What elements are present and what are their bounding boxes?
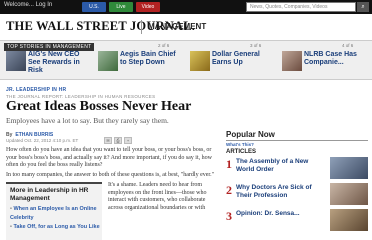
top-stories-strip: TOP STORIES IN MANAGEMENT 1 of 6 AIG's N… xyxy=(0,40,372,80)
edition-chips: U.S. Live Video xyxy=(82,2,160,12)
section-title[interactable]: MANAGEMENT xyxy=(148,22,206,31)
popular-rank: 3 xyxy=(226,209,232,223)
popular-headline[interactable]: Why Doctors Are Sick of Their Profession xyxy=(236,184,326,199)
story-counter: 2 of 6 xyxy=(158,43,170,48)
story-headline[interactable]: AIG's New CEO See Rewards in Risk xyxy=(28,51,90,75)
story-thumbnail xyxy=(190,51,210,71)
story-thumbnail xyxy=(6,51,26,71)
top-story-1[interactable]: 1 of 6 AIG's New CEO See Rewards in Risk xyxy=(6,43,94,77)
more-box-title: More in Leadership in HR Management xyxy=(10,187,89,202)
story-headline[interactable]: NLRB Case Has Companie... xyxy=(304,51,366,67)
story-thumbnail xyxy=(98,51,118,71)
popular-headline[interactable]: Opinion: Dr. Sensa... xyxy=(236,210,326,218)
article-paragraph-3: It's a shame. Leaders need to hear from … xyxy=(108,182,207,211)
popular-whats-this[interactable]: What's This? xyxy=(226,142,254,147)
story-headline[interactable]: Dollar General Earns Up xyxy=(212,51,274,67)
email-icon[interactable]: ✉ xyxy=(104,137,112,144)
login-link[interactable]: Welcome... Log In xyxy=(4,2,52,8)
edition-chip-live[interactable]: Live xyxy=(109,2,133,12)
more-box-list: When an Employee Is an Online Celebrity … xyxy=(10,205,102,232)
story-counter: 4 of 6 xyxy=(342,43,354,48)
popular-headline[interactable]: The Assembly of a New World Order xyxy=(236,158,326,173)
print-icon[interactable]: ⎙ xyxy=(114,137,122,144)
story-counter: 1 of 6 xyxy=(66,43,78,48)
top-story-4[interactable]: 4 of 6 NLRB Case Has Companie... xyxy=(282,43,370,77)
popular-thumbnail xyxy=(330,183,368,205)
article-deck: Employees have a lot to say. But they ra… xyxy=(6,116,169,125)
popular-item-2[interactable]: 2 Why Doctors Are Sick of Their Professi… xyxy=(226,183,372,207)
popular-now-panel: Popular Now What's This? ARTICLES 1 The … xyxy=(226,127,372,240)
edition-chip-us[interactable]: U.S. xyxy=(82,2,106,12)
top-story-2[interactable]: 2 of 6 Aegis Bain Chief to Step Down xyxy=(98,43,186,77)
article-kicker[interactable]: JR. LEADERSHIP IN HR xyxy=(6,87,66,93)
more-box-link[interactable]: When an Employee Is an Online Celebrity xyxy=(10,205,102,223)
article-headline: Great Ideas Bosses Never Hear xyxy=(6,99,192,114)
popular-rank: 1 xyxy=(226,157,232,171)
article-paragraph-1: How often do you have an idea that you w… xyxy=(6,147,212,168)
popular-item-3[interactable]: 3 Opinion: Dr. Sensa... xyxy=(226,209,372,233)
dateline: Updated Oct. 22, 2012 4:10 p.m. ET xyxy=(6,138,79,143)
search-icon[interactable]: ⌕ xyxy=(357,2,369,12)
popular-rank: 2 xyxy=(226,183,232,197)
top-navigation-bar: Welcome... Log In U.S. Live Video News, … xyxy=(0,0,372,14)
popular-divider xyxy=(226,140,368,141)
story-headline[interactable]: Aegis Bain Chief to Step Down xyxy=(120,51,182,67)
story-counter: 3 of 6 xyxy=(250,43,262,48)
popular-thumbnail xyxy=(330,157,368,179)
popular-thumbnail xyxy=(330,209,368,231)
top-story-3[interactable]: 3 of 6 Dollar General Earns Up xyxy=(190,43,278,77)
edition-chip-video[interactable]: Video xyxy=(136,2,160,12)
article-tools: ✉ ⎙ + xyxy=(104,137,132,144)
more-in-section-box: More in Leadership in HR Management When… xyxy=(6,182,102,240)
masthead: THE WALL STREET JOURNAL. MANAGEMENT xyxy=(0,14,372,40)
popular-item-1[interactable]: 1 The Assembly of a New World Order xyxy=(226,157,372,181)
search-input[interactable]: News, Quotes, Companies, Videos xyxy=(246,2,356,12)
story-thumbnail xyxy=(282,51,302,71)
popular-section-label: ARTICLES xyxy=(226,149,256,155)
article-paragraph-2: In too many companies, the answer to bot… xyxy=(6,172,215,178)
masthead-divider xyxy=(141,20,142,34)
share-icon[interactable]: + xyxy=(124,137,132,144)
popular-now-title: Popular Now xyxy=(226,130,275,139)
more-box-link[interactable]: Take Off, for as Long as You Like xyxy=(10,223,102,232)
